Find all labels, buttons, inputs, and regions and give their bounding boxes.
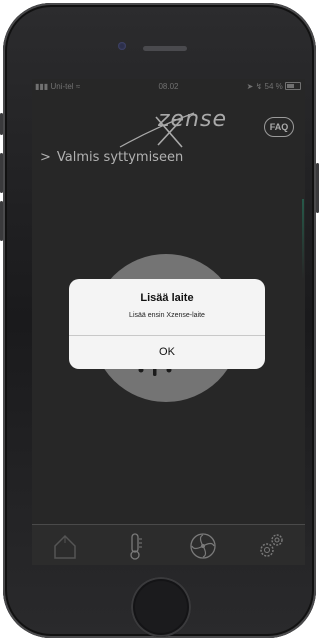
mute-switch — [0, 113, 3, 135]
volume-up-button — [0, 153, 3, 193]
gears-icon[interactable] — [256, 531, 286, 561]
power-button — [316, 163, 319, 213]
alert-dialog: Lisää laite Lisää ensin Xzense-laite OK — [69, 279, 265, 369]
app-screen: ▮▮▮ Uni-tel ≈ 08.02 ➤ ↯ 54 % zense FAQ >… — [32, 79, 305, 565]
home-button[interactable] — [131, 577, 191, 637]
fan-icon[interactable] — [188, 531, 218, 561]
volume-down-button — [0, 201, 3, 241]
alert-message: Lisää ensin Xzense-laite — [129, 312, 205, 319]
alert-ok-button[interactable]: OK — [69, 336, 265, 369]
front-camera — [118, 42, 126, 50]
alert-title: Lisää laite — [140, 292, 194, 304]
tab-bar — [32, 524, 305, 565]
earpiece-speaker — [143, 46, 187, 51]
thermometer-icon[interactable] — [120, 531, 150, 561]
home-icon[interactable] — [50, 531, 80, 561]
